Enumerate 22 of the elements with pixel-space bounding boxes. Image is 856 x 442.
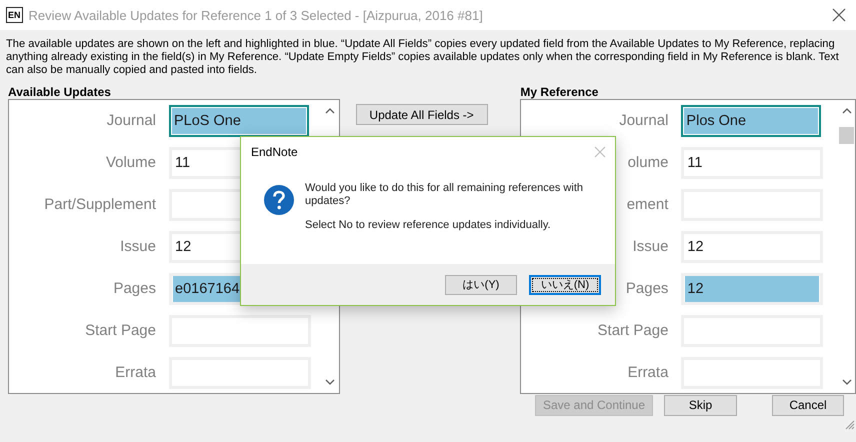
field-label: ement <box>626 196 668 213</box>
field-label: Errata <box>628 364 668 381</box>
field-label: Volume <box>106 154 156 171</box>
field-label: Pages <box>626 280 668 297</box>
app-logo-icon: EN <box>6 7 23 23</box>
field-label: olume <box>628 154 668 171</box>
field-label: Pages <box>113 280 156 297</box>
field-label: Journal <box>619 112 668 129</box>
dialog-message: Would you like to do this for all remaining references with updates? <box>305 182 584 208</box>
dialog-hint: Select No to review reference updates individually. <box>305 219 552 232</box>
field-label: Journal <box>106 112 156 129</box>
dialog-title: EndNote <box>251 145 298 159</box>
field-label: Start Page <box>85 322 156 339</box>
field-label: Errata <box>115 364 156 381</box>
field-label: Part/Supplement <box>44 196 156 213</box>
field-label: Start Page <box>598 322 668 339</box>
field-label: Issue <box>120 238 156 255</box>
window-title: Review Available Updates for Reference 1 of 3 Selected - [Aizpurua, 2016 #81] <box>28 8 484 22</box>
panel-heading: My Reference <box>520 85 600 99</box>
description-text: The available updates are shown on the left and highlighted in blue. “Update All Fields” copies every updated field from the Available Updates to My Reference, replacing anything already existing in the field(s) in My Reference. “Update Empty Fields” copies available updates only when the corresponding field in My Reference is blank. Text can also be manually copied and pasted into fields. <box>5 37 840 78</box>
panel-heading: Available Updates <box>8 85 112 99</box>
field-label: Issue <box>632 238 668 255</box>
